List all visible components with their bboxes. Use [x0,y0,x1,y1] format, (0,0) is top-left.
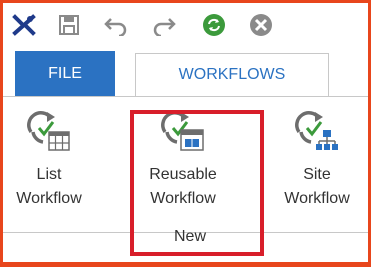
site-workflow-button[interactable]: Site Workflow [271,97,363,225]
redo-icon[interactable] [149,10,179,40]
tab-workflows[interactable]: WORKFLOWS [135,53,329,96]
ribbon-tabs: FILE WORKFLOWS [3,51,368,96]
site-workflow-icon [293,110,339,152]
list-workflow-button[interactable]: List Workflow [3,97,95,225]
list-workflow-label-line2: Workflow [16,190,82,207]
quick-access-toolbar [3,3,368,49]
tab-file[interactable]: FILE [15,51,115,96]
save-icon[interactable] [54,10,84,40]
site-workflow-label-line2: Workflow [284,190,350,207]
undo-icon[interactable] [101,10,131,40]
refresh-icon[interactable] [199,10,229,40]
highlight-box [130,110,264,256]
close-x-icon[interactable] [9,10,39,40]
cancel-icon[interactable] [246,10,276,40]
list-workflow-label-line1: List [36,166,62,183]
site-workflow-label-line1: Site [303,166,331,183]
list-workflow-icon [25,110,71,152]
